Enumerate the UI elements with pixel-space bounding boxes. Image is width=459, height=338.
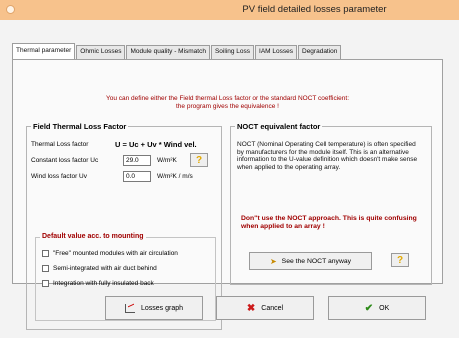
checkbox[interactable] bbox=[42, 250, 49, 257]
noct-equivalent-group: NOCT equivalent factor NOCT (Nominal Ope… bbox=[230, 122, 432, 285]
cancel-button[interactable]: ✖ Cancel bbox=[216, 296, 314, 320]
thermal-formula: U = Uc + Uv * Wind vel. bbox=[115, 140, 197, 149]
mounting-option-free[interactable]: "Free" mounted modules with air circulat… bbox=[42, 250, 178, 257]
window-title: PV field detailed losses parameter bbox=[242, 4, 387, 15]
uv-label: Wind loss factor Uv bbox=[31, 173, 87, 180]
uc-unit: W/m²K bbox=[157, 157, 177, 164]
checkbox[interactable] bbox=[42, 280, 49, 287]
tab-ohmic-losses[interactable]: Ohmic Losses bbox=[76, 45, 126, 59]
tab-panel-thermal: You can define either the Field thermal … bbox=[12, 59, 443, 330]
uc-label: Constant loss factor Uc bbox=[31, 157, 99, 164]
thermal-loss-factor-label: Thermal Loss factor bbox=[31, 141, 89, 148]
see-noct-button[interactable]: ➤ See the NOCT anyway bbox=[249, 252, 372, 270]
field-thermal-loss-title: Field Thermal Loss Factor bbox=[31, 122, 129, 131]
help-button[interactable]: ? bbox=[190, 153, 208, 167]
tab-bar: Thermal parameter Ohmic Losses Module qu… bbox=[12, 43, 342, 59]
question-mark-icon: ? bbox=[195, 154, 203, 166]
graph-icon bbox=[124, 303, 135, 313]
mounting-default-title: Default value acc. to mounting bbox=[40, 233, 146, 240]
uc-input[interactable] bbox=[123, 155, 151, 166]
checkmark-icon: ✔ bbox=[364, 302, 374, 314]
tab-soiling-loss[interactable]: Soiling Loss bbox=[210, 45, 255, 59]
ok-button[interactable]: ✔ OK bbox=[328, 296, 426, 320]
noct-title: NOCT equivalent factor bbox=[235, 122, 323, 131]
tab-module-quality-mismatch[interactable]: Module quality - Mismatch bbox=[126, 45, 210, 59]
noct-description: NOCT (Nominal Operating Cell temperature… bbox=[237, 141, 418, 171]
question-mark-icon: ? bbox=[396, 254, 404, 266]
checkbox[interactable] bbox=[42, 265, 49, 272]
noct-help-button[interactable]: ? bbox=[391, 253, 409, 267]
mounting-option-semi-integrated[interactable]: Semi-integrated with air duct behind bbox=[42, 265, 157, 272]
noct-warning: Don''t use the NOCT approach. This is qu… bbox=[241, 215, 417, 230]
title-bar: PV field detailed losses parameter bbox=[0, 0, 459, 20]
mounting-option-integration[interactable]: Integration with fully insulated back bbox=[42, 280, 154, 287]
tab-iam-losses[interactable]: IAM Losses bbox=[255, 45, 297, 59]
tab-degradation[interactable]: Degradation bbox=[298, 45, 342, 59]
intro-text: You can define either the Field thermal … bbox=[105, 95, 350, 110]
uv-input[interactable] bbox=[123, 171, 151, 182]
cancel-x-icon: ✖ bbox=[246, 302, 256, 314]
losses-graph-button[interactable]: Losses graph bbox=[105, 296, 203, 320]
tab-thermal-parameter[interactable]: Thermal parameter bbox=[12, 43, 76, 59]
uv-unit: W/m²K / m/s bbox=[157, 173, 193, 180]
arrow-right-icon: ➤ bbox=[269, 256, 277, 266]
